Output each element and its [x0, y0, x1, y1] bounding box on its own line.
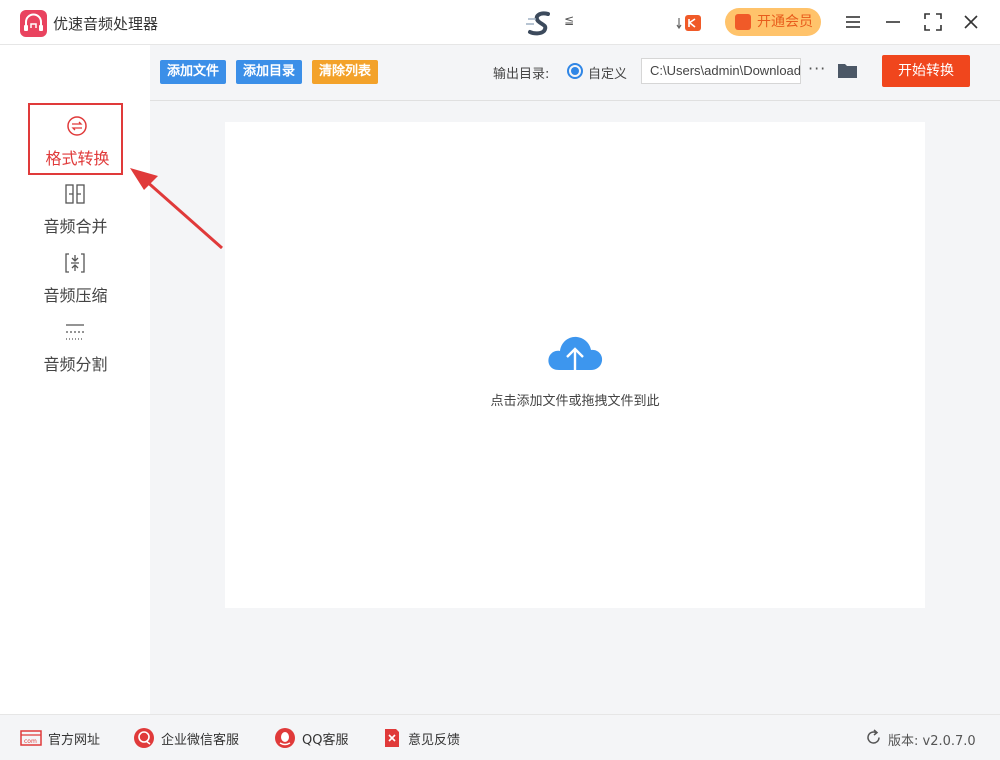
feedback-icon — [381, 727, 403, 749]
annotation-arrow-icon — [120, 160, 230, 255]
start-convert-button[interactable]: 开始转换 — [882, 55, 970, 87]
clear-list-button[interactable]: 清除列表 — [312, 60, 379, 84]
menu-icon[interactable] — [842, 11, 864, 33]
add-directory-button[interactable]: 添加目录 — [236, 60, 303, 84]
audio-compress-icon — [64, 252, 86, 274]
sidebar-item-label: 格式转换 — [45, 149, 110, 168]
sidebar-item-audio-merge[interactable]: 音频合并 — [28, 173, 123, 245]
footer: com 官方网址 企业微信客服 QQ客服 意见反馈 版本: v2.0.7.0 — [0, 714, 1000, 760]
sidebar-item-audio-compress[interactable]: 音频压缩 — [28, 242, 123, 314]
footer-link-feedback[interactable]: 意见反馈 — [408, 729, 460, 748]
toolbar: 添加文件 添加目录 清除列表 输出目录: 自定义 C:\Users\admin\… — [150, 45, 1000, 101]
footer-link-website[interactable]: 官方网址 — [48, 729, 100, 748]
wechat-service-icon — [133, 727, 155, 749]
download-badge-icon[interactable] — [676, 13, 702, 33]
close-icon[interactable] — [960, 11, 982, 33]
sidebar-item-format-convert[interactable]: 格式转换 — [28, 103, 123, 175]
speed-arrows-icon: ≦ — [564, 13, 575, 27]
sidebar-item-audio-split[interactable]: 音频分割 — [28, 311, 123, 383]
website-icon: com — [20, 727, 42, 749]
cloud-upload-icon — [545, 330, 605, 382]
output-path-field[interactable]: C:\Users\admin\Downloads — [641, 58, 801, 84]
maximize-icon[interactable] — [922, 11, 944, 33]
custom-radio[interactable] — [567, 63, 583, 79]
main-panel: 添加文件 添加目录 清除列表 输出目录: 自定义 C:\Users\admin\… — [150, 45, 1000, 714]
footer-link-wechat[interactable]: 企业微信客服 — [161, 729, 239, 748]
folder-icon[interactable] — [837, 61, 858, 79]
footer-link-qq[interactable]: QQ客服 — [302, 729, 348, 748]
speed-logo-icon — [526, 10, 556, 36]
app-logo-icon — [20, 10, 47, 37]
minimize-icon[interactable] — [882, 11, 904, 33]
vip-icon — [735, 14, 751, 30]
sidebar-item-label: 音频压缩 — [43, 286, 108, 305]
version-label: 版本: v2.0.7.0 — [888, 734, 976, 749]
add-file-button[interactable]: 添加文件 — [160, 60, 227, 84]
audio-split-icon — [64, 321, 86, 343]
title-bar: 优速音频处理器 ≦ 开通会员 — [0, 0, 1000, 45]
audio-merge-icon — [64, 183, 86, 205]
output-dir-label: 输出目录: — [493, 67, 550, 82]
vip-label: 开通会员 — [757, 14, 813, 30]
sidebar-item-label: 音频分割 — [43, 355, 108, 374]
vip-button[interactable]: 开通会员 — [725, 8, 821, 36]
svg-text:com: com — [24, 738, 37, 745]
sidebar: 格式转换 音频合并 音频压缩 音频分割 — [0, 45, 150, 714]
refresh-icon[interactable] — [865, 729, 882, 746]
qq-icon — [274, 727, 296, 749]
app-title: 优速音频处理器 — [53, 15, 159, 33]
more-options-button[interactable]: ··· — [808, 59, 826, 78]
file-drop-zone[interactable]: 点击添加文件或拖拽文件到此 — [225, 122, 925, 608]
format-convert-icon — [66, 115, 88, 137]
custom-radio-label[interactable]: 自定义 — [588, 63, 627, 82]
sidebar-item-label: 音频合并 — [43, 217, 108, 236]
drop-hint: 点击添加文件或拖拽文件到此 — [490, 394, 660, 409]
